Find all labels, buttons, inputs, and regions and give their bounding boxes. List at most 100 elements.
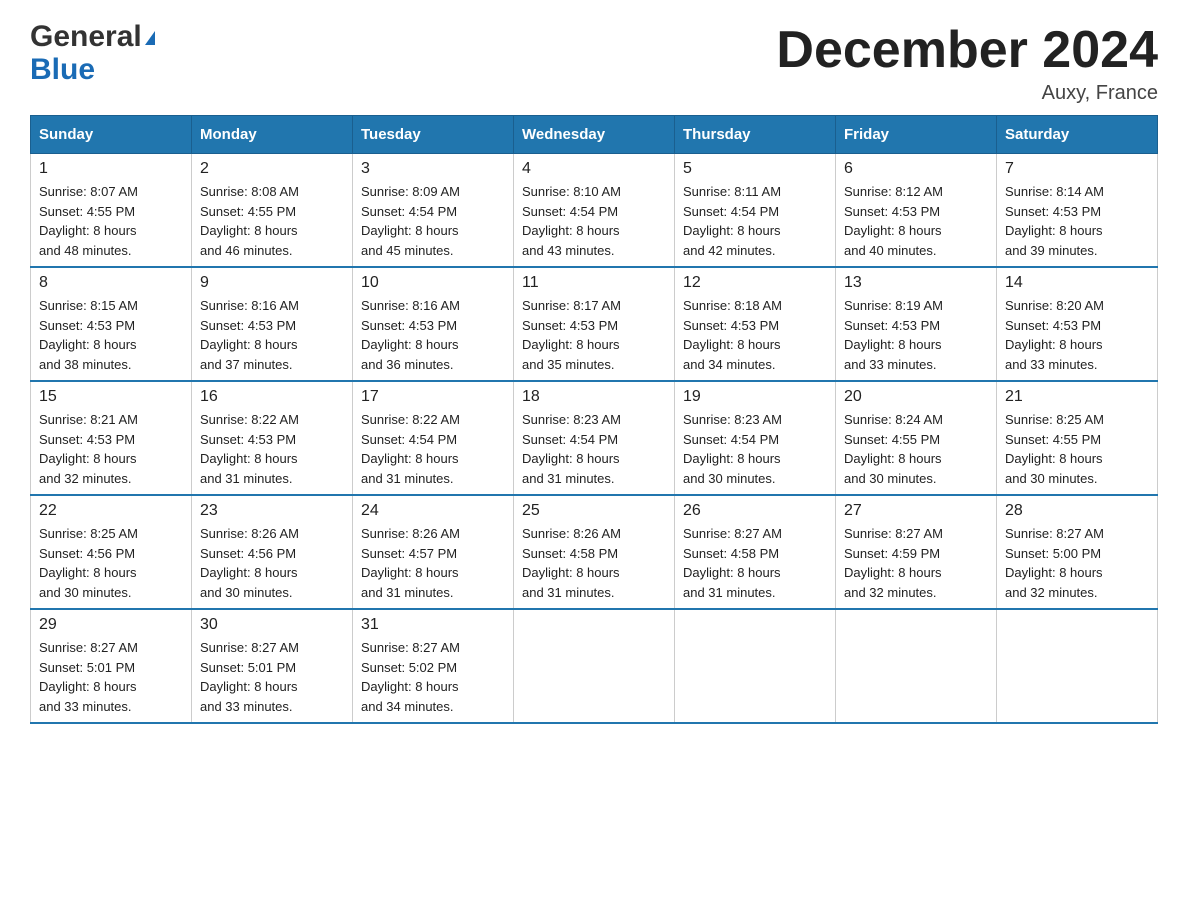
col-wednesday: Wednesday (514, 116, 675, 154)
day-cell: 26 Sunrise: 8:27 AM Sunset: 4:58 PM Dayl… (675, 495, 836, 609)
day-cell: 10 Sunrise: 8:16 AM Sunset: 4:53 PM Dayl… (353, 267, 514, 381)
day-info: Sunrise: 8:21 AM Sunset: 4:53 PM Dayligh… (39, 410, 183, 488)
day-cell: 30 Sunrise: 8:27 AM Sunset: 5:01 PM Dayl… (192, 609, 353, 723)
day-info: Sunrise: 8:22 AM Sunset: 4:54 PM Dayligh… (361, 410, 505, 488)
day-number: 26 (683, 502, 827, 520)
day-cell: 28 Sunrise: 8:27 AM Sunset: 5:00 PM Dayl… (997, 495, 1158, 609)
day-number: 2 (200, 160, 344, 178)
col-monday: Monday (192, 116, 353, 154)
day-info: Sunrise: 8:22 AM Sunset: 4:53 PM Dayligh… (200, 410, 344, 488)
week-row-5: 29 Sunrise: 8:27 AM Sunset: 5:01 PM Dayl… (31, 609, 1158, 723)
header-row: Sunday Monday Tuesday Wednesday Thursday… (31, 116, 1158, 154)
day-info: Sunrise: 8:27 AM Sunset: 4:59 PM Dayligh… (844, 524, 988, 602)
day-cell: 24 Sunrise: 8:26 AM Sunset: 4:57 PM Dayl… (353, 495, 514, 609)
day-number: 31 (361, 616, 505, 634)
day-cell: 1 Sunrise: 8:07 AM Sunset: 4:55 PM Dayli… (31, 154, 192, 268)
day-info: Sunrise: 8:12 AM Sunset: 4:53 PM Dayligh… (844, 182, 988, 260)
day-info: Sunrise: 8:27 AM Sunset: 5:01 PM Dayligh… (200, 638, 344, 716)
day-cell: 6 Sunrise: 8:12 AM Sunset: 4:53 PM Dayli… (836, 154, 997, 268)
day-cell: 8 Sunrise: 8:15 AM Sunset: 4:53 PM Dayli… (31, 267, 192, 381)
day-info: Sunrise: 8:25 AM Sunset: 4:55 PM Dayligh… (1005, 410, 1149, 488)
day-cell: 23 Sunrise: 8:26 AM Sunset: 4:56 PM Dayl… (192, 495, 353, 609)
day-number: 17 (361, 388, 505, 406)
title-section: December 2024 Auxy, France (776, 20, 1158, 105)
day-info: Sunrise: 8:27 AM Sunset: 5:02 PM Dayligh… (361, 638, 505, 716)
col-tuesday: Tuesday (353, 116, 514, 154)
col-thursday: Thursday (675, 116, 836, 154)
day-info: Sunrise: 8:26 AM Sunset: 4:57 PM Dayligh… (361, 524, 505, 602)
day-info: Sunrise: 8:15 AM Sunset: 4:53 PM Dayligh… (39, 296, 183, 374)
day-number: 19 (683, 388, 827, 406)
day-number: 25 (522, 502, 666, 520)
day-number: 9 (200, 274, 344, 292)
day-info: Sunrise: 8:18 AM Sunset: 4:53 PM Dayligh… (683, 296, 827, 374)
day-info: Sunrise: 8:26 AM Sunset: 4:56 PM Dayligh… (200, 524, 344, 602)
day-number: 10 (361, 274, 505, 292)
day-cell: 15 Sunrise: 8:21 AM Sunset: 4:53 PM Dayl… (31, 381, 192, 495)
day-info: Sunrise: 8:09 AM Sunset: 4:54 PM Dayligh… (361, 182, 505, 260)
day-cell (514, 609, 675, 723)
day-cell: 21 Sunrise: 8:25 AM Sunset: 4:55 PM Dayl… (997, 381, 1158, 495)
day-cell: 18 Sunrise: 8:23 AM Sunset: 4:54 PM Dayl… (514, 381, 675, 495)
day-info: Sunrise: 8:16 AM Sunset: 4:53 PM Dayligh… (361, 296, 505, 374)
col-sunday: Sunday (31, 116, 192, 154)
day-number: 18 (522, 388, 666, 406)
day-number: 22 (39, 502, 183, 520)
day-number: 16 (200, 388, 344, 406)
day-cell: 7 Sunrise: 8:14 AM Sunset: 4:53 PM Dayli… (997, 154, 1158, 268)
col-saturday: Saturday (997, 116, 1158, 154)
day-info: Sunrise: 8:23 AM Sunset: 4:54 PM Dayligh… (522, 410, 666, 488)
day-number: 4 (522, 160, 666, 178)
week-row-4: 22 Sunrise: 8:25 AM Sunset: 4:56 PM Dayl… (31, 495, 1158, 609)
logo: General Blue (30, 20, 155, 86)
week-row-1: 1 Sunrise: 8:07 AM Sunset: 4:55 PM Dayli… (31, 154, 1158, 268)
day-number: 21 (1005, 388, 1149, 406)
day-number: 3 (361, 160, 505, 178)
day-cell: 9 Sunrise: 8:16 AM Sunset: 4:53 PM Dayli… (192, 267, 353, 381)
day-cell: 31 Sunrise: 8:27 AM Sunset: 5:02 PM Dayl… (353, 609, 514, 723)
day-cell: 12 Sunrise: 8:18 AM Sunset: 4:53 PM Dayl… (675, 267, 836, 381)
day-number: 7 (1005, 160, 1149, 178)
day-cell: 3 Sunrise: 8:09 AM Sunset: 4:54 PM Dayli… (353, 154, 514, 268)
day-number: 11 (522, 274, 666, 292)
day-number: 14 (1005, 274, 1149, 292)
day-number: 27 (844, 502, 988, 520)
day-number: 5 (683, 160, 827, 178)
calendar-table: Sunday Monday Tuesday Wednesday Thursday… (30, 115, 1158, 724)
day-cell: 22 Sunrise: 8:25 AM Sunset: 4:56 PM Dayl… (31, 495, 192, 609)
day-info: Sunrise: 8:23 AM Sunset: 4:54 PM Dayligh… (683, 410, 827, 488)
day-number: 12 (683, 274, 827, 292)
day-number: 29 (39, 616, 183, 634)
day-number: 15 (39, 388, 183, 406)
day-number: 1 (39, 160, 183, 178)
day-info: Sunrise: 8:16 AM Sunset: 4:53 PM Dayligh… (200, 296, 344, 374)
day-cell: 13 Sunrise: 8:19 AM Sunset: 4:53 PM Dayl… (836, 267, 997, 381)
day-number: 23 (200, 502, 344, 520)
day-info: Sunrise: 8:08 AM Sunset: 4:55 PM Dayligh… (200, 182, 344, 260)
day-cell: 29 Sunrise: 8:27 AM Sunset: 5:01 PM Dayl… (31, 609, 192, 723)
day-cell: 4 Sunrise: 8:10 AM Sunset: 4:54 PM Dayli… (514, 154, 675, 268)
location: Auxy, France (776, 82, 1158, 105)
day-info: Sunrise: 8:20 AM Sunset: 4:53 PM Dayligh… (1005, 296, 1149, 374)
day-number: 28 (1005, 502, 1149, 520)
day-cell (836, 609, 997, 723)
day-info: Sunrise: 8:27 AM Sunset: 4:58 PM Dayligh… (683, 524, 827, 602)
logo-blue: Blue (30, 53, 95, 86)
day-info: Sunrise: 8:25 AM Sunset: 4:56 PM Dayligh… (39, 524, 183, 602)
day-number: 8 (39, 274, 183, 292)
day-cell: 2 Sunrise: 8:08 AM Sunset: 4:55 PM Dayli… (192, 154, 353, 268)
day-info: Sunrise: 8:11 AM Sunset: 4:54 PM Dayligh… (683, 182, 827, 260)
day-cell: 27 Sunrise: 8:27 AM Sunset: 4:59 PM Dayl… (836, 495, 997, 609)
day-info: Sunrise: 8:17 AM Sunset: 4:53 PM Dayligh… (522, 296, 666, 374)
week-row-3: 15 Sunrise: 8:21 AM Sunset: 4:53 PM Dayl… (31, 381, 1158, 495)
col-friday: Friday (836, 116, 997, 154)
day-cell (997, 609, 1158, 723)
day-info: Sunrise: 8:24 AM Sunset: 4:55 PM Dayligh… (844, 410, 988, 488)
week-row-2: 8 Sunrise: 8:15 AM Sunset: 4:53 PM Dayli… (31, 267, 1158, 381)
day-info: Sunrise: 8:07 AM Sunset: 4:55 PM Dayligh… (39, 182, 183, 260)
day-cell: 17 Sunrise: 8:22 AM Sunset: 4:54 PM Dayl… (353, 381, 514, 495)
page-header: General Blue December 2024 Auxy, France (30, 20, 1158, 105)
day-cell: 19 Sunrise: 8:23 AM Sunset: 4:54 PM Dayl… (675, 381, 836, 495)
day-cell: 11 Sunrise: 8:17 AM Sunset: 4:53 PM Dayl… (514, 267, 675, 381)
day-number: 13 (844, 274, 988, 292)
